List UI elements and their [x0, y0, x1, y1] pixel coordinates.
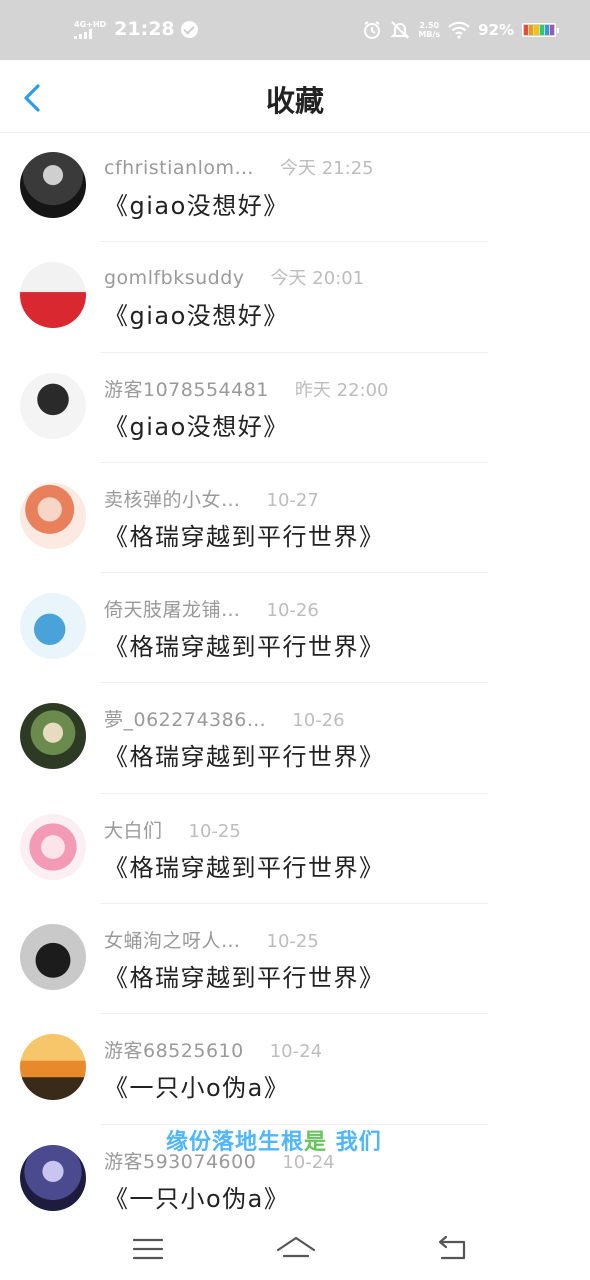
story-title[interactable]: 《格瑞穿越到平行世界》	[104, 517, 385, 552]
signal-icon	[74, 28, 106, 39]
status-right: 2.50 MB/s 92%	[362, 20, 559, 40]
timestamp: 昨天 22:00	[294, 379, 389, 401]
username[interactable]: 夢_062274386…	[104, 705, 266, 732]
system-nav-bar	[0, 1218, 590, 1280]
favorite-item[interactable]: 夢_062274386… 10-26 《格瑞穿越到平行世界》	[0, 683, 590, 794]
item-meta: 夢_062274386… 10-26	[104, 705, 345, 732]
net-speed: 2.50 MB/s	[418, 21, 440, 39]
status-bar: 4G+HD 21:28 2.50 MB/s 92%	[0, 0, 590, 60]
avatar[interactable]	[20, 372, 86, 439]
item-meta: gomlfbksuddy 今天 20:01	[104, 264, 364, 290]
avatar[interactable]	[20, 593, 86, 660]
item-meta: 游客1078554481 昨天 22:00	[104, 375, 389, 402]
item-meta: 卖核弹的小女… 10-27	[104, 485, 319, 512]
watermark-part-c: 我们	[327, 1130, 382, 1155]
story-title[interactable]: 《格瑞穿越到平行世界》	[104, 958, 385, 993]
story-title[interactable]: 《一只小o伪a》	[104, 1179, 289, 1214]
timestamp: 10-26	[266, 600, 319, 622]
avatar[interactable]	[20, 482, 86, 549]
menu-icon	[132, 1238, 164, 1260]
favorite-item[interactable]: 大白们 10-25 《格瑞穿越到平行世界》	[0, 794, 590, 905]
story-title[interactable]: 《格瑞穿越到平行世界》	[104, 627, 385, 662]
avatar[interactable]	[20, 1034, 86, 1101]
favorites-list: cfhristianlom… 今天 21:25 《giao没想好》 gomlfb…	[0, 132, 590, 1235]
avatar[interactable]	[20, 703, 86, 770]
username[interactable]: 卖核弹的小女…	[104, 485, 241, 512]
story-title[interactable]: 《giao没想好》	[104, 186, 289, 221]
timestamp: 今天 21:25	[280, 158, 374, 179]
home-icon	[276, 1236, 316, 1258]
back-icon	[438, 1235, 466, 1260]
favorite-item[interactable]: 游客1078554481 昨天 22:00 《giao没想好》	[0, 353, 590, 463]
favorite-item[interactable]: 女蛹洵之呀人… 10-25 《格瑞穿越到平行世界》	[0, 904, 590, 1015]
timestamp: 10-25	[266, 931, 319, 953]
home-button[interactable]	[274, 1232, 318, 1266]
check-circle-icon	[180, 20, 198, 38]
timestamp: 10-25	[188, 820, 241, 842]
header-bar: 收藏	[0, 60, 590, 133]
item-meta: 游客68525610 10-24	[104, 1036, 322, 1063]
favorite-item[interactable]: gomlfbksuddy 今天 20:01 《giao没想好》	[0, 242, 590, 353]
story-title[interactable]: 《一只小o伪a》	[104, 1068, 289, 1103]
clock: 21:28	[114, 18, 175, 40]
favorite-item[interactable]: 倚天肢屠龙铺… 10-26 《格瑞穿越到平行世界》	[0, 573, 590, 684]
timestamp: 10-26	[292, 710, 345, 732]
status-left: 4G+HD 21:28	[74, 18, 198, 40]
story-title[interactable]: 《giao没想好》	[104, 296, 289, 331]
avatar[interactable]	[20, 152, 86, 218]
item-meta: cfhristianlom… 今天 21:25	[104, 154, 374, 180]
speed-unit: MB/s	[418, 30, 441, 39]
watermark-part-b: 是	[304, 1130, 328, 1155]
mute-icon	[390, 21, 410, 39]
avatar[interactable]	[20, 813, 86, 880]
network-type: 4G+HD	[74, 19, 107, 29]
timestamp: 10-24	[269, 1041, 323, 1063]
story-title[interactable]: 《giao没想好》	[104, 407, 289, 442]
menu-button[interactable]	[128, 1232, 168, 1266]
network-indicator: 4G+HD	[74, 20, 106, 39]
speed-value: 2.50	[419, 21, 440, 30]
watermark-part-a: 缘份落地生根	[166, 1130, 305, 1155]
watermark-text: 缘份落地生根是 我们	[166, 1124, 382, 1156]
timestamp: 10-27	[266, 489, 319, 511]
avatar[interactable]	[20, 924, 86, 991]
story-title[interactable]: 《格瑞穿越到平行世界》	[104, 848, 385, 883]
avatar[interactable]	[20, 1144, 86, 1211]
username[interactable]: 大白们	[104, 816, 163, 843]
back-nav-button[interactable]	[432, 1232, 472, 1266]
username[interactable]: 游客68525610	[104, 1036, 244, 1063]
username[interactable]: 女蛹洵之呀人…	[104, 926, 241, 953]
username[interactable]: 倚天肢屠龙铺…	[104, 595, 241, 622]
item-meta: 女蛹洵之呀人… 10-25	[104, 926, 319, 953]
avatar[interactable]	[20, 262, 86, 329]
alarm-icon	[364, 21, 381, 39]
wifi-icon	[448, 21, 470, 39]
username[interactable]: cfhristianlom…	[104, 157, 254, 179]
timestamp: 今天 20:01	[270, 268, 365, 290]
favorite-item[interactable]: 游客68525610 10-24 《一只小o伪a》	[0, 1014, 590, 1125]
favorite-item[interactable]: 卖核弹的小女… 10-27 《格瑞穿越到平行世界》	[0, 463, 590, 574]
favorite-item[interactable]: cfhristianlom… 今天 21:25 《giao没想好》	[0, 132, 590, 243]
story-title[interactable]: 《格瑞穿越到平行世界》	[104, 737, 385, 772]
battery-icon	[522, 23, 559, 37]
battery-percent: 92%	[478, 21, 514, 39]
item-meta: 倚天肢屠龙铺… 10-26	[104, 595, 319, 622]
username[interactable]: gomlfbksuddy	[104, 267, 245, 289]
item-meta: 大白们 10-25	[104, 816, 241, 843]
username[interactable]: 游客1078554481	[104, 375, 269, 402]
page-title: 收藏	[265, 84, 324, 118]
